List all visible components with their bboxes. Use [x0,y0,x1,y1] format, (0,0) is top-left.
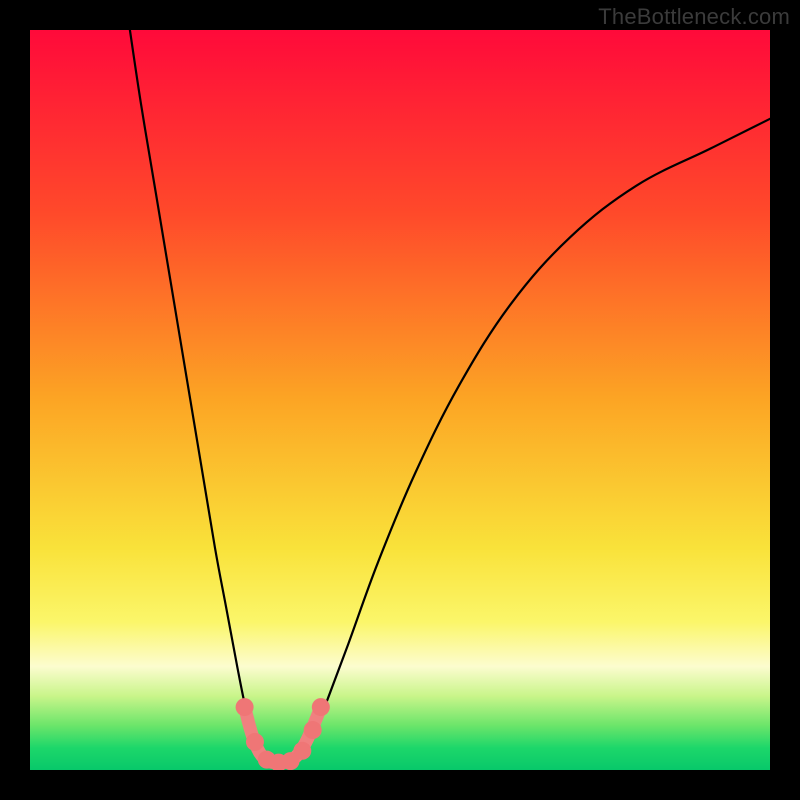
watermark-text: TheBottleneck.com [598,4,790,30]
chart-background [30,30,770,770]
bottleneck-chart [30,30,770,770]
pink-marker [304,721,322,739]
pink-marker [312,698,330,716]
pink-marker [236,698,254,716]
pink-marker [293,742,311,760]
chart-frame: TheBottleneck.com [0,0,800,800]
pink-marker [246,733,264,751]
